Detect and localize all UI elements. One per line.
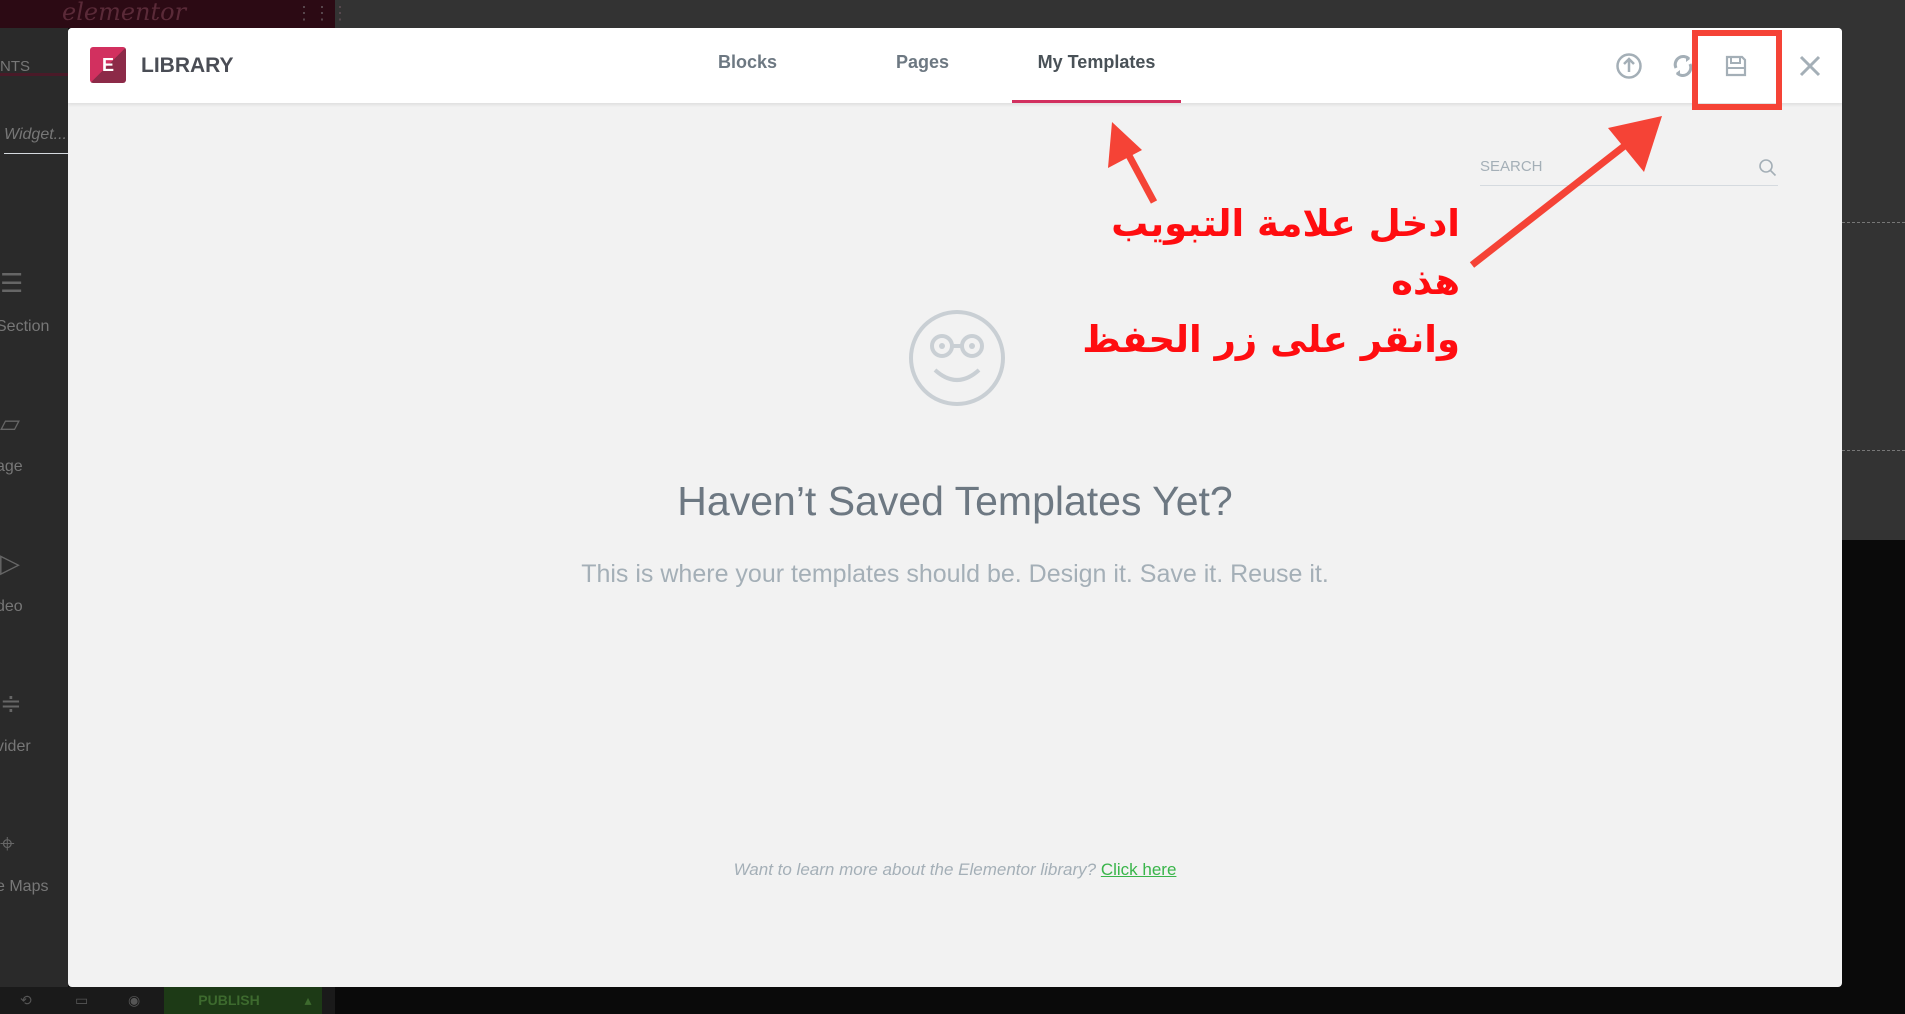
annotation-text: ادخل علامة التبويب هذه وانقر على زر الحف…	[1082, 202, 1460, 361]
smiley-glasses-icon	[907, 308, 1007, 413]
apps-grid-icon[interactable]: ⋮⋮⋮	[295, 3, 349, 24]
elementor-logo: elementor	[62, 0, 187, 26]
publish-options-icon[interactable]: ▴	[294, 987, 322, 1014]
publish-button[interactable]: PUBLISH	[164, 987, 294, 1014]
widget-video[interactable]: ▷ deo	[0, 548, 68, 678]
close-icon[interactable]	[1794, 50, 1826, 82]
canvas-divider	[1842, 222, 1905, 223]
history-icon[interactable]: ⟲	[20, 992, 32, 1009]
editor-sidebar: ENTS Widget... ☰Section ▱age ▷deo ≑vider…	[0, 28, 68, 987]
template-search	[1480, 158, 1778, 186]
tab-my-templates[interactable]: My Templates	[1012, 28, 1181, 103]
video-icon: ▷	[0, 548, 20, 578]
search-icon[interactable]	[1758, 158, 1778, 183]
modal-title: LIBRARY	[141, 54, 234, 77]
save-button-highlight	[1692, 30, 1782, 110]
widget-divider[interactable]: ≑ vider	[0, 688, 68, 818]
editor-bottombar: ⟲ ▭ ◉ PUBLISH ▴	[0, 987, 335, 1014]
divider-icon: ≑	[0, 688, 22, 718]
elementor-logo-icon: E	[90, 47, 126, 83]
library-modal: E LIBRARY Blocks Pages My Templates Have…	[68, 28, 1842, 987]
responsive-icon[interactable]: ▭	[75, 992, 88, 1009]
tab-pages[interactable]: Pages	[865, 28, 980, 103]
widget-image[interactable]: ▱ age	[0, 408, 68, 538]
widget-section[interactable]: ☰ Section	[0, 268, 68, 398]
click-here-link[interactable]: Click here	[1101, 860, 1177, 879]
preview-icon[interactable]: ◉	[128, 992, 140, 1009]
modal-header: E LIBRARY Blocks Pages My Templates	[68, 28, 1842, 103]
search-input[interactable]	[1480, 158, 1740, 175]
elements-tab[interactable]: ENTS	[0, 58, 30, 75]
columns-icon: ☰	[0, 268, 24, 298]
empty-state-subtitle: This is where your templates should be. …	[581, 560, 1329, 588]
widget-maps[interactable]: ⌖ e Maps	[0, 828, 68, 958]
tab-blocks[interactable]: Blocks	[690, 28, 805, 103]
canvas-divider	[1842, 450, 1905, 451]
library-footer: Want to learn more about the Elementor l…	[733, 860, 1177, 879]
upload-icon[interactable]	[1613, 50, 1645, 82]
widget-search[interactable]: Widget...	[4, 126, 68, 154]
editor-topbar: elementor ⋮⋮⋮	[0, 0, 349, 28]
map-icon: ⌖	[0, 828, 15, 858]
empty-state-title: Haven’t Saved Templates Yet?	[677, 478, 1233, 524]
image-icon: ▱	[0, 408, 20, 438]
